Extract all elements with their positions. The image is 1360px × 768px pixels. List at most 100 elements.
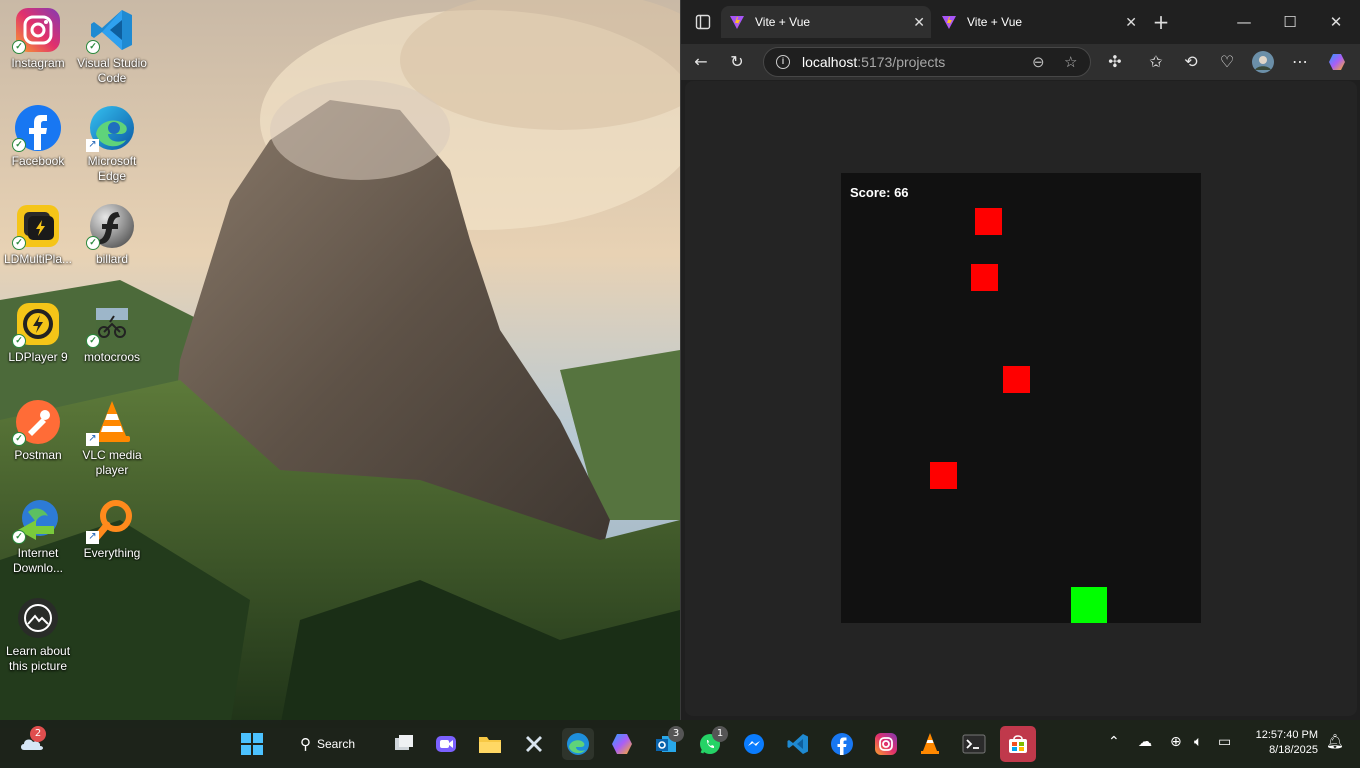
desktop-icon-vscode[interactable]: ✓ Visual Studio Code bbox=[74, 6, 150, 86]
desktop-icon-label: Microsoft Edge bbox=[87, 154, 137, 183]
shortcut-arrow-icon: ↗ bbox=[86, 139, 99, 152]
zoom-out-icon[interactable]: ⊖ bbox=[1032, 53, 1045, 71]
tab-vite-vue-1[interactable]: Vite + Vue ✕ bbox=[721, 6, 931, 38]
maximize-button[interactable]: ☐ bbox=[1275, 8, 1305, 36]
desktop-icon-label: Internet Downlo... bbox=[12, 546, 64, 575]
back-arrow-icon[interactable]: ← bbox=[687, 48, 715, 76]
desktop-icon-learn-picture[interactable]: Learn about this picture bbox=[0, 594, 76, 674]
desktop-icon-ldmultiplayer[interactable]: ✓ LDMultiPla... bbox=[0, 202, 76, 267]
volume-icon[interactable]: 🔈︎ bbox=[1194, 734, 1202, 750]
desktop-icon-idm[interactable]: ✓ Internet Downlo... bbox=[0, 496, 76, 576]
desktop-icon-label: Learn about this picture bbox=[5, 644, 71, 673]
shortcut-arrow-icon: ↗ bbox=[86, 433, 99, 446]
desktop-icon-label: motocroos bbox=[83, 350, 141, 364]
tab-bar: Vite + Vue ✕ Vite + Vue ✕ + — ☐ ✕ bbox=[681, 0, 1360, 44]
sync-check-icon: ✓ bbox=[12, 138, 26, 152]
chevron-up-icon[interactable]: ⌃ bbox=[1108, 734, 1120, 750]
facebook-icon: ✓ bbox=[12, 104, 62, 152]
terminal-icon[interactable] bbox=[958, 728, 990, 760]
sync-check-icon: ✓ bbox=[12, 530, 26, 544]
tab-actions-icon[interactable] bbox=[689, 8, 717, 36]
idm-icon: ✓ bbox=[12, 496, 62, 544]
desktop-icon-instagram[interactable]: ✓ Instagram bbox=[0, 6, 76, 71]
desktop-icon-label: LDPlayer 9 bbox=[8, 350, 68, 364]
instagram-taskbar-icon[interactable] bbox=[870, 728, 902, 760]
copilot-icon[interactable] bbox=[1323, 48, 1351, 76]
falling-block bbox=[971, 264, 998, 291]
task-view-icon[interactable] bbox=[388, 728, 420, 760]
browser-essentials-icon[interactable]: ♡ bbox=[1213, 48, 1241, 76]
falling-block bbox=[930, 462, 957, 489]
shortcut-arrow-icon: ↗ bbox=[86, 531, 99, 544]
extensions-icon[interactable]: ✣ bbox=[1101, 48, 1129, 76]
sync-check-icon: ✓ bbox=[86, 40, 100, 54]
messenger-icon[interactable] bbox=[738, 728, 770, 760]
outlook-badge: 3 bbox=[668, 726, 684, 742]
meet-icon[interactable] bbox=[430, 728, 462, 760]
new-tab-button[interactable]: + bbox=[1146, 8, 1176, 36]
tab-vite-vue-2[interactable]: Vite + Vue ✕ bbox=[933, 6, 1143, 38]
desktop-icon-edge[interactable]: ↗ Microsoft Edge bbox=[74, 104, 150, 184]
profile-avatar[interactable] bbox=[1249, 48, 1277, 76]
store-icon[interactable] bbox=[1000, 726, 1036, 762]
sync-check-icon: ✓ bbox=[12, 40, 26, 54]
score-display: Score: 66 bbox=[850, 185, 909, 200]
desktop-icon-vlc[interactable]: ↗ VLC media player bbox=[74, 398, 150, 478]
desktop-icon-label: Instagram bbox=[11, 56, 65, 70]
desktop-icon-label: VLC media player bbox=[82, 448, 142, 477]
vlc-taskbar-icon[interactable] bbox=[914, 728, 946, 760]
tab-title: Vite + Vue bbox=[967, 15, 1023, 29]
gamepad-icon[interactable] bbox=[518, 728, 550, 760]
more-options-icon[interactable]: ⋯ bbox=[1286, 48, 1314, 76]
clock-time: 12:57:40 PM bbox=[1255, 729, 1318, 741]
weather-widget[interactable]: 2 bbox=[16, 726, 48, 760]
copilot-taskbar-icon[interactable] bbox=[606, 728, 638, 760]
battery-icon[interactable]: ▭ bbox=[1218, 734, 1231, 750]
ldplayer-icon: ✓ bbox=[12, 300, 62, 348]
motocross-icon: ✓ bbox=[86, 300, 136, 348]
sync-check-icon: ✓ bbox=[12, 236, 26, 250]
taskbar-search[interactable]: ⚲ Search bbox=[288, 730, 378, 758]
file-explorer-icon[interactable] bbox=[474, 728, 506, 760]
sync-check-icon: ✓ bbox=[86, 236, 100, 250]
notification-bell-icon[interactable]: 🔔︎ bbox=[1326, 734, 1344, 750]
browser-toolbar: ← ↻ i localhost:5173/projects ⊖ ☆ ✣ ✩ ⟲ … bbox=[681, 44, 1360, 80]
sync-check-icon: ✓ bbox=[12, 334, 26, 348]
desktop-icon-postman[interactable]: ✓ Postman bbox=[0, 398, 76, 463]
desktop-icon-billard[interactable]: ✓ billard bbox=[74, 202, 150, 267]
desktop-icon-facebook[interactable]: ✓ Facebook bbox=[0, 104, 76, 169]
desktop-icon-label: Everything bbox=[83, 546, 141, 560]
favorites-icon[interactable]: ✩ bbox=[1142, 48, 1170, 76]
favorite-star-icon[interactable]: ☆ bbox=[1064, 53, 1077, 71]
vscode-taskbar-icon[interactable] bbox=[782, 728, 814, 760]
facebook-taskbar-icon[interactable] bbox=[826, 728, 858, 760]
clock[interactable]: 12:57:40 PM 8/18/2025 bbox=[1248, 728, 1318, 758]
refresh-icon[interactable]: ↻ bbox=[723, 48, 751, 76]
history-icon[interactable]: ⟲ bbox=[1177, 48, 1205, 76]
close-tab-icon[interactable]: ✕ bbox=[1125, 14, 1137, 31]
onedrive-icon[interactable]: ☁ bbox=[1138, 734, 1152, 750]
billard-icon: ✓ bbox=[86, 202, 136, 250]
desktop-icon-motocross[interactable]: ✓ motocroos bbox=[74, 300, 150, 365]
close-window-button[interactable]: ✕ bbox=[1321, 8, 1351, 36]
address-bar[interactable]: i localhost:5173/projects ⊖ ☆ bbox=[763, 47, 1091, 77]
close-tab-icon[interactable]: ✕ bbox=[913, 14, 925, 31]
instagram-icon: ✓ bbox=[12, 6, 62, 54]
desktop-icon-label: LDMultiPla... bbox=[3, 252, 73, 266]
globe-network-icon[interactable]: ⊕ bbox=[1170, 734, 1182, 750]
site-info-icon[interactable]: i bbox=[776, 55, 790, 69]
game-board[interactable]: Score: 66 bbox=[841, 173, 1201, 623]
vscode-icon: ✓ bbox=[86, 6, 136, 54]
desktop-icon-ldplayer[interactable]: ✓ LDPlayer 9 bbox=[0, 300, 76, 365]
desktop-icon-everything[interactable]: ↗ Everything bbox=[74, 496, 150, 561]
whatsapp-icon[interactable]: 1 bbox=[694, 726, 728, 760]
outlook-icon[interactable]: 3 bbox=[650, 726, 684, 760]
postman-icon: ✓ bbox=[12, 398, 62, 446]
search-icon: ⚲ bbox=[300, 736, 311, 753]
start-button[interactable] bbox=[236, 728, 268, 760]
sync-check-icon: ✓ bbox=[86, 334, 100, 348]
falling-block bbox=[1003, 366, 1030, 393]
minimize-button[interactable]: — bbox=[1229, 8, 1259, 36]
edge-taskbar-icon[interactable] bbox=[562, 728, 594, 760]
page-viewport: Score: 66 bbox=[685, 81, 1357, 716]
